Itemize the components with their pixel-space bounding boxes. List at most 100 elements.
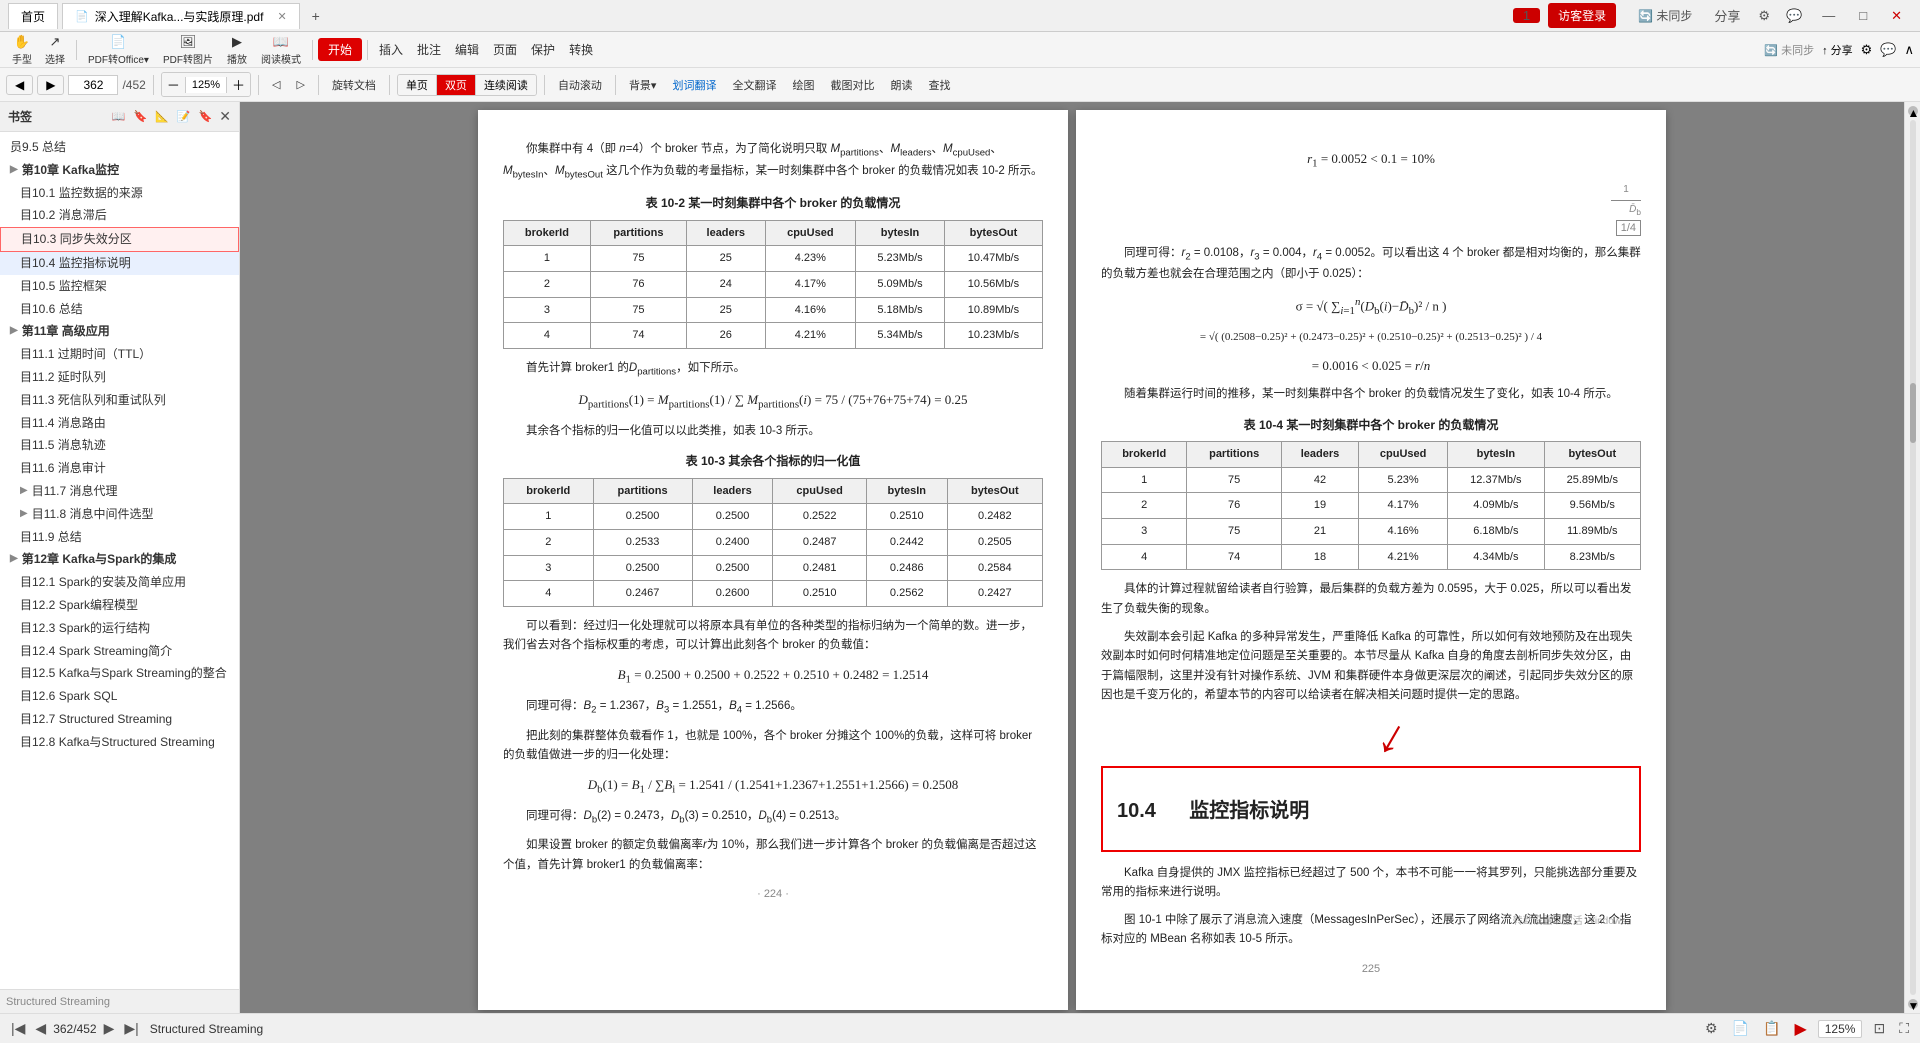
comment-icon[interactable]: 💬 [1780,8,1808,24]
hand-tool-button[interactable]: ✋ 手型 [6,31,38,69]
full-trans-button[interactable]: 全文翻译 [726,74,782,96]
close-window-button[interactable]: ✕ [1881,8,1912,24]
sidebar-item-10-3[interactable]: 目10.3 同步失效分区 [0,227,239,252]
open-button[interactable]: 开始 [318,38,362,61]
sidebar-icon-3[interactable]: 📐 [152,109,172,124]
share-btn[interactable]: ↑ 分享 [1822,42,1853,58]
sidebar-item-12-7[interactable]: 目12.7 Structured Streaming [0,708,239,731]
prev-page-button[interactable]: ◀ [6,75,33,95]
find-button[interactable]: 查找 [922,74,956,96]
sidebar-item-10-6[interactable]: 目10.6 总结 [0,298,239,321]
next-nav-button[interactable]: ▷ [290,76,310,93]
expand-btn[interactable]: ∧ [1904,42,1914,58]
maximize-button[interactable]: □ [1849,8,1877,23]
single-page-button[interactable]: 单页 [398,75,437,95]
settings-icon[interactable]: ⚙ [1752,8,1776,24]
bottom-tool-3[interactable]: 📋 [1760,1020,1783,1037]
minimize-button[interactable]: — [1812,8,1845,23]
sidebar-item-11-2[interactable]: 目11.2 延时队列 [0,366,239,389]
insert-button[interactable]: 插入 [373,38,409,61]
scroll-down-icon[interactable]: ▼ [1908,999,1918,1009]
sidebar-item-11-5[interactable]: 目11.5 消息轨迹 [0,434,239,457]
first-page-button[interactable]: |◀ [8,1020,28,1037]
sidebar-item-11-1[interactable]: 目11.1 过期时间（TTL） [0,343,239,366]
sidebar-icon-4[interactable]: 📝 [174,109,194,124]
sidebar-item-12-2[interactable]: 目12.2 Spark编程模型 [0,594,239,617]
sidebar-tree: 员9.5 总结 ▶ 第10章 Kafka监控 目10.1 监控数据的来源 目10… [0,132,239,989]
sidebar-item-ch10[interactable]: ▶ 第10章 Kafka监控 [0,159,239,182]
zoom-fit-button[interactable]: ⊡ [1870,1020,1888,1037]
close-tab-icon[interactable]: ✕ [277,10,286,23]
sidebar-item-11-3[interactable]: 目11.3 死信队列和重试队列 [0,389,239,412]
scroll-up-icon[interactable]: ▲ [1908,106,1918,116]
bottom-tool-red[interactable]: ▶ [1791,1019,1809,1039]
rotate-button[interactable]: 旋转文档 [326,74,382,96]
sidebar-item-12-8[interactable]: 目12.8 Kafka与Structured Streaming [0,731,239,754]
pdf-to-image-button[interactable]: 🖼 PDF转图片 [157,31,219,69]
chat-btn[interactable]: 💬 [1880,42,1896,58]
sidebar-item-10-1[interactable]: 目10.1 监控数据的来源 [0,182,239,205]
sidebar-item-11-6[interactable]: 目11.6 消息审计 [0,457,239,480]
notification-badge[interactable]: 1 [1513,8,1540,23]
sidebar-item-10-4[interactable]: 目10.4 监控指标说明 [0,252,239,275]
page-input[interactable] [68,75,118,95]
visit-login-button[interactable]: 访客登录 [1548,3,1616,28]
sidebar-item-ch11[interactable]: ▶ 第11章 高级应用 [0,320,239,343]
edit-button[interactable]: 编辑 [449,38,485,61]
sidebar-item-12-1[interactable]: 目12.1 Spark的安装及简单应用 [0,571,239,594]
sidebar-icon-1[interactable]: 📖 [109,109,129,124]
settings-btn2[interactable]: ⚙ [1861,42,1873,58]
sidebar-item-12-3[interactable]: 目12.3 Spark的运行结构 [0,617,239,640]
next-page-button[interactable]: ▶ [37,75,64,95]
sidebar-item-10-5[interactable]: 目10.5 监控框架 [0,275,239,298]
annotate-button[interactable]: 批注 [411,38,447,61]
sidebar-item-ch12[interactable]: ▶ 第12章 Kafka与Spark的集成 [0,548,239,571]
sidebar-item-12-5[interactable]: 目12.5 Kafka与Spark Streaming的整合 [0,662,239,685]
convert-button[interactable]: 转换 [563,38,599,61]
sidebar-item-11-8[interactable]: ▶ 目11.8 消息中间件选型 [0,503,239,526]
read-mode-button[interactable]: 📖 阅读模式 [255,31,307,69]
sidebar-close-button[interactable]: ✕ [219,108,231,125]
sidebar-item-10-2[interactable]: 目10.2 消息滞后 [0,204,239,227]
select-tool-button[interactable]: ↗ 选择 [39,31,71,69]
doc-tab[interactable]: 📄 深入理解Kafka...与实践原理.pdf ✕ [62,3,300,29]
bottom-tool-1[interactable]: ⚙ [1702,1020,1721,1037]
protect-button[interactable]: 保护 [525,38,561,61]
zoom-fullscreen-button[interactable]: ⛶ [1896,1020,1912,1037]
prev-page-bottom-button[interactable]: ◀ [32,1020,49,1037]
bottom-tool-2[interactable]: 📄 [1729,1020,1752,1037]
play-button[interactable]: ▶ 播放 [221,31,253,69]
add-tab-button[interactable]: + [304,4,328,28]
last-page-button[interactable]: ▶| [121,1020,141,1037]
home-tab[interactable]: 首页 [8,3,58,29]
compare-button[interactable]: 截图对比 [824,74,880,96]
pdf-page-right: r1 = 0.0052 < 0.1 = 10% 1 D̄b 1/4 同理可得：r… [1076,110,1666,1010]
sidebar-icon-5[interactable]: 🔖 [196,109,216,124]
zoom-in-button[interactable]: ＋ [227,73,250,96]
share-icon[interactable]: 分享 [1706,6,1748,25]
double-page-button[interactable]: 双页 [437,75,476,95]
auto-scroll-button[interactable]: 自动滚动 [552,74,608,96]
sidebar-item-11-4[interactable]: 目11.4 消息路由 [0,412,239,435]
pages-button[interactable]: 页面 [487,38,523,61]
next-page-bottom-button[interactable]: ▶ [101,1020,118,1037]
pdf-to-office-button[interactable]: 📄 PDF转Office▾ [82,31,155,69]
sidebar-item-11-9[interactable]: 目11.9 总结 [0,526,239,549]
trans-mark-button[interactable]: 划词翻译 [666,74,722,96]
zoom-out-button[interactable]: － [162,73,185,96]
scroll-thumb[interactable] [1910,383,1916,443]
sidebar-item-12-6[interactable]: 目12.6 Spark SQL [0,685,239,708]
sidebar-icon-2[interactable]: 🔖 [130,109,150,124]
sidebar-item-9-5[interactable]: 员9.5 总结 [0,136,239,159]
background-button[interactable]: 背景▾ [623,74,663,96]
sidebar-item-11-7[interactable]: ▶ 目11.7 消息代理 [0,480,239,503]
sep5 [258,75,259,95]
scroll-button[interactable]: 连续阅读 [476,75,536,95]
sidebar-item-12-4[interactable]: 目12.4 Spark Streaming简介 [0,640,239,663]
read-button[interactable]: 朗读 [884,74,918,96]
sidebar: 书签 📖 🔖 📐 📝 🔖 ✕ 员9.5 总结 ▶ 第10章 Kafka监控 [0,102,240,1013]
table1-col-bytesout: bytesOut [944,220,1042,246]
prev-nav-button[interactable]: ◁ [266,76,286,93]
right-scrollbar[interactable]: ▲ ▼ [1904,102,1920,1013]
draw-button[interactable]: 绘图 [786,74,820,96]
